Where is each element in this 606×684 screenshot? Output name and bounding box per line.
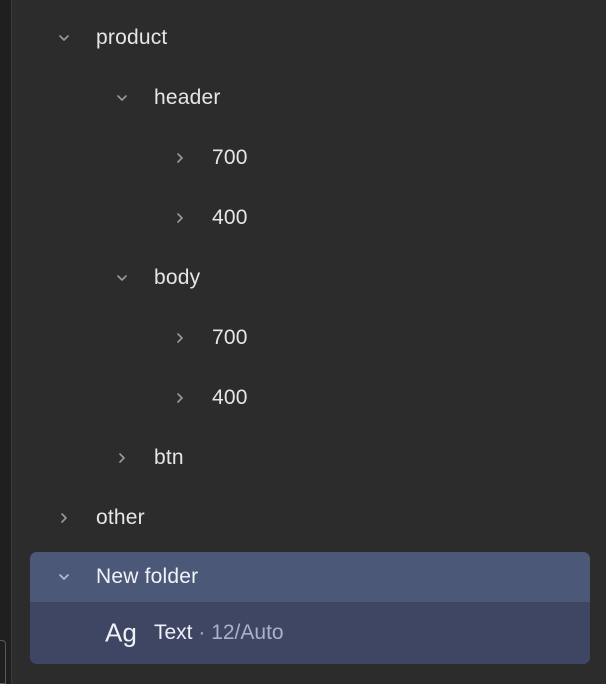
tree-row-label: product xyxy=(96,26,168,49)
tree-row-label: header xyxy=(154,86,221,109)
style-name: Text xyxy=(154,621,193,644)
chevron-right-icon[interactable] xyxy=(112,448,132,468)
tree-row-label: 700 xyxy=(212,326,248,349)
style-separator: · xyxy=(192,621,212,644)
chevron-right-icon[interactable] xyxy=(170,328,190,348)
tree-row-label: btn xyxy=(154,446,184,469)
style-description: Text · 12/Auto xyxy=(154,621,284,645)
tree-row-body-700[interactable]: 700 xyxy=(30,308,590,368)
tree-row-label: other xyxy=(96,506,145,529)
tree-row-label: 400 xyxy=(212,386,248,409)
folder-label: New folder xyxy=(96,565,199,588)
tree-row-btn[interactable]: btn xyxy=(30,428,590,488)
chevron-down-icon[interactable] xyxy=(54,567,74,587)
tree-row-other[interactable]: other xyxy=(30,488,590,548)
resize-handle[interactable] xyxy=(0,640,6,684)
chevron-right-icon[interactable] xyxy=(170,148,190,168)
tree-row-new-folder[interactable]: New folder xyxy=(30,552,590,602)
chevron-down-icon[interactable] xyxy=(112,268,132,288)
tree-row-body-400[interactable]: 400 xyxy=(30,368,590,428)
chevron-right-icon[interactable] xyxy=(170,388,190,408)
text-style-item[interactable]: Ag Text · 12/Auto xyxy=(30,602,590,664)
text-styles-panel: product header 700 400 body 700 400 btn … xyxy=(0,0,606,684)
panel-divider xyxy=(0,0,12,684)
tree-row-label: body xyxy=(154,266,201,289)
tree-row-label: 400 xyxy=(212,206,248,229)
style-meta: 12/Auto xyxy=(211,621,284,644)
tree-row-header-400[interactable]: 400 xyxy=(30,188,590,248)
chevron-down-icon[interactable] xyxy=(54,28,74,48)
tree-row-header-700[interactable]: 700 xyxy=(30,128,590,188)
chevron-down-icon[interactable] xyxy=(112,88,132,108)
chevron-right-icon[interactable] xyxy=(54,508,74,528)
selected-folder: New folder Ag Text · 12/Auto xyxy=(30,552,590,664)
tree-row-header[interactable]: header xyxy=(30,68,590,128)
tree-row-product[interactable]: product xyxy=(30,8,590,68)
tree-row-body[interactable]: body xyxy=(30,248,590,308)
chevron-right-icon[interactable] xyxy=(170,208,190,228)
style-preview-icon: Ag xyxy=(105,617,137,648)
tree-row-label: 700 xyxy=(212,146,248,169)
